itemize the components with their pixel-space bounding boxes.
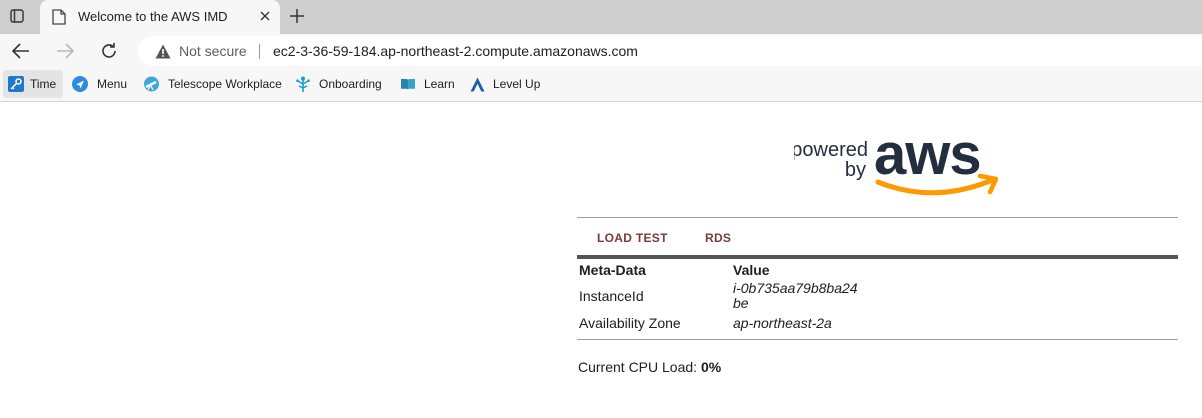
warning-icon[interactable] (155, 44, 171, 59)
address-toolbar: Not secure ec2-3-36-59-184.ap-northeast-… (0, 34, 1202, 68)
bookmark-menu[interactable]: Menu (72, 70, 127, 98)
telescope-icon (144, 76, 159, 92)
bookmarks-bar: Time Menu Telescope Workplace Onboarding… (0, 68, 1202, 102)
header-value: Value (733, 262, 770, 278)
bookmark-telescope-workplace[interactable]: Telescope Workplace (143, 70, 282, 98)
table-header-row: Meta-Data Value (577, 259, 1178, 279)
url-text[interactable]: ec2-3-36-59-184.ap-northeast-2.compute.a… (273, 43, 638, 59)
row-value: ap-northeast-2a (733, 314, 832, 331)
level-up-icon (470, 77, 485, 91)
cpu-load-value: 0% (700, 359, 722, 375)
tab-strip: Welcome to the AWS IMD (0, 0, 1202, 34)
back-arrow-icon[interactable] (11, 41, 31, 61)
key-icon (8, 76, 24, 92)
load-test-link[interactable]: LOAD TEST (597, 231, 668, 245)
logo-powered-text: powered (794, 139, 868, 161)
powered-by-aws-logo: powered by aws (791, 118, 1004, 198)
bookmark-label: Learn (424, 77, 455, 91)
table-row: Availability Zone ap-northeast-2a (577, 313, 1178, 333)
bookmark-label: Time (30, 77, 57, 91)
divider-bottom (577, 339, 1178, 340)
close-tab-icon[interactable] (257, 8, 273, 24)
browser-tab[interactable]: Welcome to the AWS IMD (40, 0, 280, 34)
security-status[interactable]: Not secure (179, 43, 247, 59)
forward-arrow-icon[interactable] (55, 41, 75, 61)
rds-link[interactable]: RDS (705, 231, 731, 245)
header-meta-data: Meta-Data (579, 262, 646, 278)
tab-title: Welcome to the AWS IMD (78, 9, 228, 24)
bookmark-time[interactable]: Time (3, 70, 63, 98)
bookmark-onboarding[interactable]: Onboarding (295, 70, 382, 98)
metadata-table: Meta-Data Value InstanceId i-0b735aa79b8… (577, 259, 1178, 333)
page-icon (52, 9, 66, 25)
bookmark-learn[interactable]: Learn (400, 70, 455, 98)
logo-aws-text: aws (874, 122, 981, 187)
omnibox-divider (259, 44, 260, 59)
divider-top (577, 217, 1178, 218)
page-content: powered by aws LOAD TEST RDS Meta-Data V… (0, 103, 1202, 418)
bookmark-label: Level Up (493, 77, 541, 91)
navigation-arrow-icon (72, 76, 88, 92)
new-tab-icon[interactable] (287, 6, 307, 26)
logo-by-text: by (845, 159, 866, 181)
address-bar[interactable]: Not secure ec2-3-36-59-184.ap-northeast-… (138, 36, 1202, 66)
row-key: InstanceId (579, 288, 644, 304)
cpu-load-label: Current CPU Load: (578, 359, 698, 375)
cpu-load-line: Current CPU Load: 0% (578, 359, 721, 375)
bookmark-label: Telescope Workplace (168, 77, 282, 91)
tab-actions-icon[interactable] (9, 8, 25, 24)
tree-icon (296, 76, 310, 92)
table-row: InstanceId i-0b735aa79b8ba24be (577, 279, 1178, 313)
refresh-icon[interactable] (99, 41, 119, 61)
row-key: Availability Zone (579, 315, 681, 331)
row-value: i-0b735aa79b8ba24be (733, 280, 858, 311)
bookmark-level-up[interactable]: Level Up (470, 70, 540, 98)
bookmark-label: Menu (97, 77, 128, 91)
book-icon (401, 79, 415, 90)
bookmark-label: Onboarding (319, 77, 382, 91)
